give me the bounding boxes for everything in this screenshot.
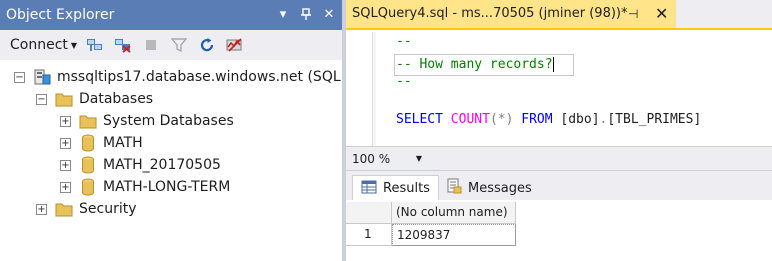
database-icon bbox=[78, 178, 98, 196]
query-editor-panel: SQLQuery4.sql - ms...70505 (jminer (98))… bbox=[346, 0, 772, 261]
database-icon bbox=[78, 156, 98, 174]
close-icon[interactable]: ✕ bbox=[322, 8, 336, 22]
server-icon bbox=[32, 68, 52, 86]
server-name: mssqltips17.database.windows.net (SQL Se bbox=[57, 69, 363, 85]
table-name: [TBL_PRIMES] bbox=[607, 112, 702, 127]
expand-icon[interactable]: + bbox=[60, 181, 71, 193]
messages-tab-label: Messages bbox=[468, 180, 532, 196]
chevron-down-icon: ▼ bbox=[415, 154, 422, 163]
object-explorer-title: Object Explorer bbox=[6, 7, 115, 23]
activity-monitor-icon[interactable] bbox=[225, 35, 245, 55]
grid-corner-cell[interactable] bbox=[346, 202, 392, 224]
grid-column-header[interactable]: (No column name) bbox=[392, 202, 516, 224]
filter-icon[interactable] bbox=[169, 35, 189, 55]
databases-folder-label: Databases bbox=[79, 91, 154, 107]
zoom-bar: 100 % ▼ bbox=[346, 146, 772, 170]
object-explorer-toolbar: Connect ▼ bbox=[0, 30, 342, 60]
security-folder-label: Security bbox=[79, 201, 137, 217]
from-keyword: FROM bbox=[521, 112, 553, 127]
tree-node-database[interactable]: + MATH-LONG-TERM bbox=[60, 176, 230, 198]
tab-title: SQLQuery4.sql - ms...70505 (jminer (98))… bbox=[352, 6, 628, 21]
connect-object-explorer-icon[interactable] bbox=[85, 35, 105, 55]
folder-icon bbox=[54, 90, 74, 108]
expand-icon[interactable]: + bbox=[60, 159, 71, 171]
messages-icon bbox=[446, 178, 462, 198]
collapse-icon[interactable]: − bbox=[36, 93, 47, 105]
paren-close: ) bbox=[505, 112, 514, 127]
document-tab-strip: SQLQuery4.sql - ms...70505 (jminer (98))… bbox=[346, 0, 772, 30]
pin-tab-icon[interactable]: ⊣ bbox=[628, 0, 638, 28]
select-keyword: SELECT bbox=[396, 112, 443, 127]
grid-cell[interactable]: 1209837 bbox=[392, 224, 516, 246]
tree-node-database[interactable]: + MATH_20170505 bbox=[60, 154, 221, 176]
database-icon bbox=[78, 134, 98, 152]
star-operator: * bbox=[497, 112, 506, 127]
connect-dropdown-button[interactable]: Connect ▼ bbox=[10, 37, 77, 53]
system-databases-label: System Databases bbox=[103, 113, 234, 129]
count-function: COUNT bbox=[450, 112, 490, 127]
expand-icon[interactable]: + bbox=[36, 203, 47, 215]
results-tab-strip: Results Messages bbox=[346, 170, 772, 201]
expand-icon[interactable]: + bbox=[60, 115, 71, 127]
text-cursor bbox=[552, 57, 554, 72]
tab-results[interactable]: Results bbox=[352, 175, 439, 201]
window-position-icon[interactable]: ▾ bbox=[276, 8, 290, 22]
folder-icon bbox=[54, 200, 74, 218]
tab-sqlquery4[interactable]: SQLQuery4.sql - ms...70505 (jminer (98))… bbox=[346, 0, 676, 28]
schema-name: [dbo] bbox=[560, 112, 600, 127]
zoom-dropdown[interactable]: 100 % ▼ bbox=[352, 152, 426, 166]
stop-icon[interactable] bbox=[141, 35, 161, 55]
database-label: MATH_20170505 bbox=[103, 157, 221, 173]
zoom-value: 100 % bbox=[352, 151, 391, 166]
paren-open: ( bbox=[489, 112, 498, 127]
refresh-icon[interactable] bbox=[197, 35, 217, 55]
chevron-down-icon: ▼ bbox=[70, 40, 78, 50]
editor-margin bbox=[372, 32, 376, 146]
tab-messages[interactable]: Messages bbox=[438, 175, 540, 201]
database-label: MATH bbox=[103, 135, 143, 151]
folder-icon bbox=[78, 112, 98, 130]
collapse-icon[interactable]: − bbox=[14, 71, 25, 83]
code-line-2-current: -- How many records? bbox=[394, 54, 574, 76]
close-tab-icon[interactable]: ✕ bbox=[655, 0, 668, 28]
tree-node-database[interactable]: + MATH bbox=[60, 132, 143, 154]
auto-hide-pin-icon[interactable] bbox=[299, 8, 313, 22]
object-explorer-panel: Object Explorer ▾ ✕ Connect ▼ − mssqltip… bbox=[0, 0, 363, 261]
grid-row-number[interactable]: 1 bbox=[346, 224, 392, 246]
disconnect-icon[interactable] bbox=[113, 35, 133, 55]
object-explorer-tree: − mssqltips17.database.windows.net (SQL … bbox=[0, 62, 363, 261]
comment-text: -- How many records? bbox=[396, 57, 553, 72]
database-label: MATH-LONG-TERM bbox=[103, 179, 231, 195]
code-line-3: -- bbox=[396, 74, 412, 89]
code-line-select: SELECT COUNT(*) FROM [dbo].[TBL_PRIMES] bbox=[396, 112, 701, 127]
connect-label: Connect bbox=[10, 37, 68, 53]
tree-node-server[interactable]: − mssqltips17.database.windows.net (SQL … bbox=[14, 66, 363, 88]
tree-node-databases[interactable]: − Databases bbox=[36, 88, 153, 110]
tree-node-security[interactable]: + Security bbox=[36, 198, 137, 220]
results-grid: (No column name) 1 1209837 bbox=[346, 200, 772, 261]
object-explorer-title-bar: Object Explorer ▾ ✕ bbox=[0, 0, 342, 30]
results-tab-label: Results bbox=[383, 181, 430, 196]
sql-code-editor[interactable]: -- -- How many records? -- SELECT COUNT(… bbox=[346, 32, 772, 146]
code-line-1: -- bbox=[396, 34, 412, 49]
results-grid-icon bbox=[361, 180, 377, 198]
tree-node-system-databases[interactable]: + System Databases bbox=[60, 110, 234, 132]
expand-icon[interactable]: + bbox=[60, 137, 71, 149]
